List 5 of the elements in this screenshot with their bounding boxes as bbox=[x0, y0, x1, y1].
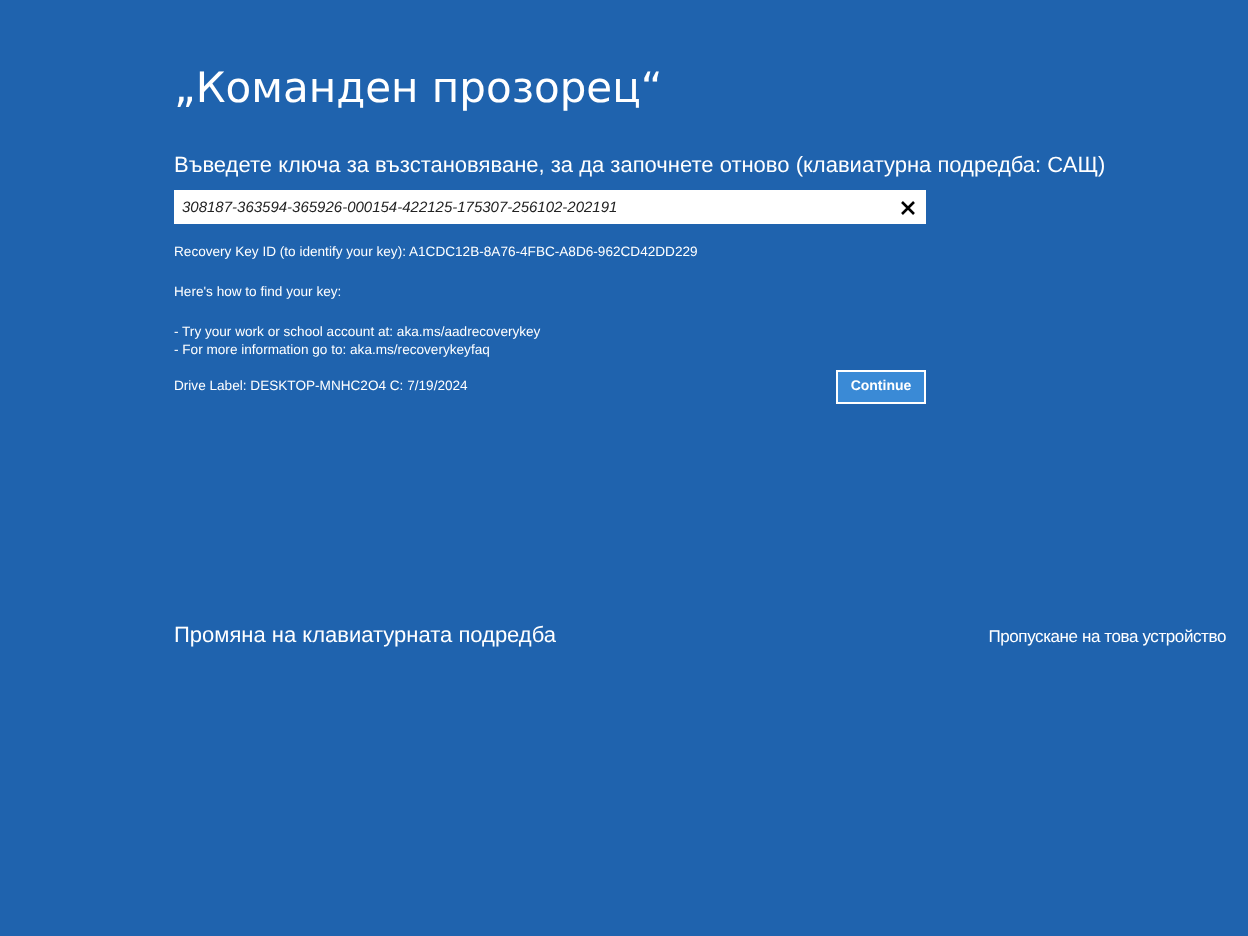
prompt-text: Въведете ключа за възстановяване, за да започнете отново (клавиатурна подредба: САЩ) bbox=[174, 152, 1108, 180]
page-title: „Команден прозорец“ bbox=[174, 62, 665, 116]
close-icon[interactable] bbox=[896, 195, 920, 219]
skip-link[interactable]: Пропускане на това устройство bbox=[988, 626, 1226, 646]
change-layout-link[interactable]: Промяна на клавиатурната подредба bbox=[174, 624, 557, 648]
